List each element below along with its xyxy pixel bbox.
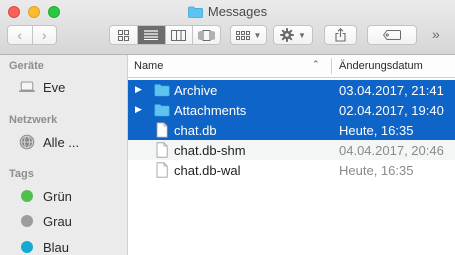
sidebar-item-all-network[interactable]: Alle ... (19, 132, 79, 152)
view-mode-control (109, 25, 221, 45)
chevron-right-icon: › (41, 27, 47, 43)
file-date: 04.04.2017, 20:46 (339, 143, 444, 158)
sidebar-item-tag-grau[interactable]: Grau (19, 211, 72, 231)
file-date: Heute, 16:35 (339, 123, 414, 138)
file-list: Name ⌃ Änderungsdatum ▶ Archive 03.04.20… (128, 55, 455, 255)
sidebar-section-tags: Tags (9, 168, 34, 180)
coverflow-icon (198, 29, 215, 41)
sidebar-item-label: Alle ... (43, 134, 80, 150)
share-icon (335, 28, 346, 42)
chevron-left-icon: ‹ (17, 27, 23, 43)
sort-ascending-icon: ⌃ (312, 59, 320, 69)
icon-grid-icon (117, 29, 129, 41)
folder-icon (187, 6, 203, 18)
list-lines-icon (144, 30, 159, 40)
sidebar-item-label: Eve (43, 79, 66, 95)
laptop-icon (19, 79, 35, 95)
sidebar-section-network: Netzwerk (9, 114, 58, 126)
column-header-name[interactable]: Name (134, 60, 163, 72)
file-row-chat-db-shm[interactable]: chat.db-shm 04.04.2017, 20:46 (128, 140, 455, 160)
file-name: chat.db-shm (174, 143, 246, 158)
sidebar-section-devices: Geräte (9, 60, 44, 72)
list-view-button[interactable] (136, 26, 165, 44)
tag-icon (383, 30, 401, 40)
toolbar: Messages ‹ › ▼ ▼ » (0, 0, 455, 55)
sidebar-item-eve[interactable]: Eve (19, 77, 65, 97)
file-date: 02.04.2017, 19:40 (339, 103, 444, 118)
finder-window: Messages ‹ › ▼ ▼ » Geräte Eve Netzwerk A… (0, 0, 455, 255)
file-row-attachments[interactable]: ▶ Attachments 02.04.2017, 19:40 (128, 100, 455, 120)
blue-tag-icon (21, 241, 33, 253)
sidebar-item-tag-blau[interactable]: Blau (19, 237, 69, 255)
green-tag-icon (21, 190, 33, 202)
file-name: chat.db (174, 123, 217, 138)
icon-view-button[interactable] (110, 26, 137, 44)
arrange-grid-icon (235, 30, 250, 40)
sidebar: Geräte Eve Netzwerk Alle ... Tags Grün G… (0, 55, 128, 255)
column-header-date[interactable]: Änderungsdatum (339, 60, 423, 72)
back-button[interactable]: ‹ (8, 26, 32, 44)
columns-icon (171, 29, 187, 41)
folder-icon (154, 104, 170, 117)
sidebar-item-label: Grün (43, 188, 72, 204)
network-globe-icon (19, 134, 35, 150)
disclosure-triangle-icon[interactable]: ▶ (135, 84, 142, 95)
file-name: Archive (174, 83, 218, 98)
column-header-bar: Name ⌃ Änderungsdatum (128, 55, 455, 78)
window-title: Messages (207, 4, 268, 19)
sidebar-item-tag-gruen[interactable]: Grün (19, 186, 72, 206)
document-icon (156, 122, 168, 138)
chevron-down-icon: ▼ (298, 30, 306, 40)
column-divider[interactable] (331, 58, 332, 74)
arrange-button[interactable]: ▼ (230, 25, 267, 45)
column-view-button[interactable] (164, 26, 193, 44)
disclosure-triangle-icon[interactable]: ▶ (135, 104, 142, 115)
share-button[interactable] (324, 25, 357, 45)
file-name: chat.db-wal (174, 163, 241, 178)
window-title-bar: Messages (0, 4, 455, 19)
back-forward-control: ‹ › (7, 25, 57, 45)
folder-icon (154, 84, 170, 97)
file-row-chat-db[interactable]: chat.db Heute, 16:35 (128, 120, 455, 140)
action-button[interactable]: ▼ (273, 25, 313, 45)
file-row-chat-db-wal[interactable]: chat.db-wal Heute, 16:35 (128, 160, 455, 180)
document-icon (156, 162, 168, 178)
gear-icon (280, 28, 294, 42)
sidebar-item-label: Grau (43, 213, 72, 229)
edit-tags-button[interactable] (367, 25, 417, 45)
toolbar-overflow-button[interactable]: » (432, 26, 440, 42)
gray-tag-icon (21, 215, 33, 227)
file-date: Heute, 16:35 (339, 163, 414, 178)
file-name: Attachments (174, 103, 247, 118)
sidebar-item-label: Blau (43, 239, 70, 255)
coverflow-view-button[interactable] (192, 26, 220, 44)
chevron-down-icon: ▼ (253, 30, 262, 40)
file-date: 03.04.2017, 21:41 (339, 83, 444, 98)
document-icon (156, 142, 168, 158)
forward-button[interactable]: › (31, 26, 57, 44)
file-row-archive[interactable]: ▶ Archive 03.04.2017, 21:41 (128, 80, 455, 100)
